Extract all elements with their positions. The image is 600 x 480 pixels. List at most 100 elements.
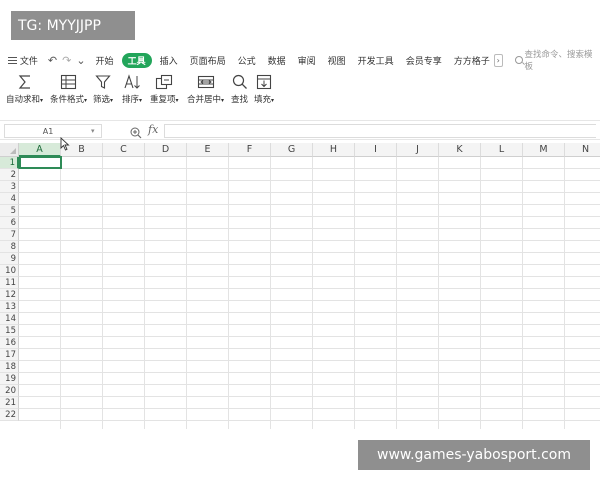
row-header-19[interactable]: 19 — [0, 373, 19, 385]
tab-formulas[interactable]: 公式 — [238, 54, 256, 67]
filter-button[interactable]: 筛选▾ — [93, 72, 113, 105]
sort-button[interactable]: 排序▾ — [122, 72, 142, 105]
autosum-button[interactable]: 自动求和▾ — [6, 72, 43, 105]
chevron-down-icon[interactable]: ▾ — [91, 127, 101, 135]
spreadsheet-grid: A B C D E F G H I J K L M N 1 2 3 4 5 6 7 8 9 10 11 12 13 14 15 16 17 1… — [0, 143, 600, 429]
watermark-top-left: TG: MYYJJPP — [11, 11, 135, 40]
grid-column-line — [102, 157, 103, 429]
merge-center-label: 合并居中 — [187, 95, 222, 105]
row-header-6[interactable]: 6 — [0, 217, 19, 229]
filter-icon — [93, 72, 113, 92]
grid-row-line — [19, 216, 600, 217]
column-header-i[interactable]: I — [355, 143, 397, 157]
tab-page-layout[interactable]: 页面布局 — [190, 54, 226, 67]
redo-icon[interactable]: ↷ — [62, 54, 71, 67]
watermark-bottom-right: www.games-yabosport.com — [358, 440, 590, 470]
row-header-8[interactable]: 8 — [0, 241, 19, 253]
tab-insert[interactable]: 插入 — [160, 54, 178, 67]
conditional-format-label: 条件格式 — [50, 95, 85, 105]
grid-row-line — [19, 168, 600, 169]
column-header-m[interactable]: M — [523, 143, 565, 157]
column-header-c[interactable]: C — [103, 143, 145, 157]
grid-column-line — [480, 157, 481, 429]
search-placeholder: 查找命令、搜索模板 — [524, 50, 593, 72]
tab-home[interactable]: 开始 — [96, 54, 114, 67]
row-header-4[interactable]: 4 — [0, 193, 19, 205]
column-header-l[interactable]: L — [481, 143, 523, 157]
search-box[interactable]: 查找命令、搜索模板 — [514, 48, 600, 72]
more-tabs-button[interactable]: › — [493, 53, 503, 67]
grid-row-line — [19, 300, 600, 301]
row-header-13[interactable]: 13 — [0, 301, 19, 313]
row-header-12[interactable]: 12 — [0, 289, 19, 301]
row-header-10[interactable]: 10 — [0, 265, 19, 277]
fill-button[interactable]: 填充▾ — [254, 72, 274, 105]
row-header-20[interactable]: 20 — [0, 385, 19, 397]
tab-fangfang-grid[interactable]: 方方格子 — [454, 54, 490, 67]
zoom-icon[interactable] — [130, 124, 142, 143]
grid-column-line — [438, 157, 439, 429]
column-header-e[interactable]: E — [187, 143, 229, 157]
row-header-2[interactable]: 2 — [0, 169, 19, 181]
grid-row-line — [19, 360, 600, 361]
row-header-3[interactable]: 3 — [0, 181, 19, 193]
tab-review[interactable]: 审阅 — [298, 54, 316, 67]
grid-column-line — [522, 157, 523, 429]
column-header-n[interactable]: N — [565, 143, 600, 157]
grid-column-line — [144, 157, 145, 429]
undo-icon[interactable]: ↶ — [48, 54, 57, 67]
row-header-5[interactable]: 5 — [0, 205, 19, 217]
row-header-17[interactable]: 17 — [0, 349, 19, 361]
chevron-down-icon[interactable]: ⌄ — [76, 54, 85, 67]
column-header-k[interactable]: K — [439, 143, 481, 157]
row-header-21[interactable]: 21 — [0, 397, 19, 409]
duplicates-button[interactable]: 重复项▾ — [150, 72, 179, 105]
column-header-j[interactable]: J — [397, 143, 439, 157]
row-header-11[interactable]: 11 — [0, 277, 19, 289]
grid-row-line — [19, 180, 600, 181]
fill-icon — [254, 72, 274, 92]
fx-button[interactable]: fx — [148, 123, 158, 136]
tab-tools[interactable]: 工具 — [121, 52, 152, 68]
column-header-g[interactable]: G — [271, 143, 313, 157]
row-header-15[interactable]: 15 — [0, 325, 19, 337]
row-header-22[interactable]: 22 — [0, 409, 19, 421]
tab-view[interactable]: 视图 — [328, 54, 346, 67]
grid-column-line — [312, 157, 313, 429]
grid-column-line — [270, 157, 271, 429]
grid-row-line — [19, 240, 600, 241]
conditional-format-button[interactable]: 条件格式▾ — [50, 72, 87, 105]
column-header-h[interactable]: H — [313, 143, 355, 157]
row-header-1[interactable]: 1 — [0, 157, 19, 169]
tab-developer[interactable]: 开发工具 — [358, 54, 394, 67]
hamburger-icon[interactable] — [8, 56, 17, 64]
tab-member[interactable]: 会员专享 — [406, 54, 442, 67]
grid-row-line — [19, 348, 600, 349]
file-menu[interactable]: 文件 — [20, 54, 38, 67]
fill-label: 填充 — [254, 95, 272, 105]
row-header-16[interactable]: 16 — [0, 337, 19, 349]
formula-input[interactable] — [164, 124, 596, 138]
select-all-corner[interactable] — [0, 143, 19, 157]
find-label: 查找 — [231, 95, 249, 105]
grid-row-line — [19, 264, 600, 265]
tab-data[interactable]: 数据 — [268, 54, 286, 67]
grid-row-line — [19, 420, 600, 421]
column-header-f[interactable]: F — [229, 143, 271, 157]
column-header-a[interactable]: A — [19, 143, 61, 157]
row-header-9[interactable]: 9 — [0, 253, 19, 265]
filter-label: 筛选 — [93, 95, 111, 105]
row-header-7[interactable]: 7 — [0, 229, 19, 241]
find-icon — [231, 72, 248, 92]
name-box[interactable]: A1 ▾ — [4, 124, 102, 138]
column-header-d[interactable]: D — [145, 143, 187, 157]
row-header-18[interactable]: 18 — [0, 361, 19, 373]
find-button[interactable]: 查找 — [231, 72, 248, 105]
grid-column-line — [228, 157, 229, 429]
grid-row-line — [19, 276, 600, 277]
row-header-14[interactable]: 14 — [0, 313, 19, 325]
grid-row-line — [19, 252, 600, 253]
grid-column-line — [396, 157, 397, 429]
sort-label: 排序 — [122, 95, 140, 105]
merge-center-button[interactable]: 合并居中▾ — [187, 72, 224, 105]
